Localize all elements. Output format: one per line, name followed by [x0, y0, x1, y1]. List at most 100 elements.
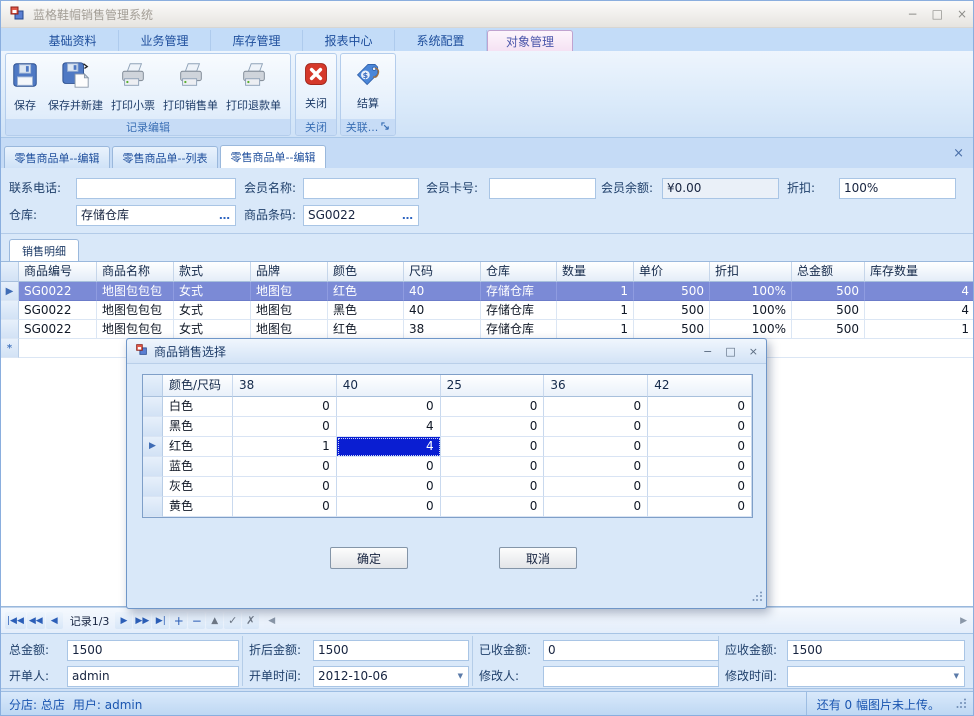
nav-cancel-edit-icon[interactable]: ✗ — [242, 612, 259, 629]
print-refund-button[interactable]: 打印退款单 — [222, 57, 285, 119]
qty-cell[interactable]: 0 — [233, 477, 337, 497]
nav-append-icon[interactable]: + — [170, 612, 187, 629]
qty-cell[interactable]: 4 — [337, 417, 441, 437]
matrix-row-yellow[interactable]: 黄色 0 0 0 0 0 — [143, 497, 752, 517]
qty-cell[interactable]: 0 — [441, 497, 545, 517]
cell[interactable]: 1 — [865, 320, 974, 339]
qty-cell[interactable]: 0 — [337, 457, 441, 477]
tab-sales-detail[interactable]: 销售明细 — [9, 239, 79, 261]
scroll-right-icon[interactable]: ▶ — [956, 616, 971, 626]
contact-phone-field[interactable] — [76, 178, 236, 199]
cell[interactable]: 100% — [710, 301, 792, 320]
matrix-row-grey[interactable]: 灰色 0 0 0 0 0 — [143, 477, 752, 497]
qty-cell[interactable]: 0 — [233, 497, 337, 517]
cell[interactable]: 100% — [710, 320, 792, 339]
cell[interactable]: 1 — [557, 320, 634, 339]
column-header[interactable]: 总金额 — [792, 262, 865, 282]
cell[interactable]: 地图包包包 — [97, 282, 174, 301]
cell[interactable]: 1 — [557, 282, 634, 301]
save-button[interactable]: 保存 — [6, 57, 44, 119]
cell[interactable]: 地图包 — [251, 320, 328, 339]
qty-cell[interactable]: 0 — [441, 397, 545, 417]
minimize-icon[interactable]: − — [908, 7, 918, 21]
table-row-selected[interactable]: ▶ SG0022 地图包包包 女式 地图包 红色 40 存储仓库 1 500 1… — [1, 282, 974, 301]
table-row[interactable]: SG0022 地图包包包 女式 地图包 黑色 40 存储仓库 1 500 100… — [1, 301, 974, 320]
qty-cell[interactable]: 0 — [648, 457, 752, 477]
dialog-maximize-icon[interactable]: □ — [725, 345, 735, 358]
nav-last-icon[interactable]: ▶| — [152, 612, 169, 629]
cell[interactable]: 100% — [710, 282, 792, 301]
column-header[interactable]: 25 — [441, 375, 545, 397]
qty-cell[interactable]: 0 — [648, 497, 752, 517]
creator-field[interactable]: admin — [67, 666, 239, 687]
nav-commit-icon[interactable]: ✓ — [224, 612, 241, 629]
column-header[interactable]: 商品名称 — [97, 262, 174, 282]
cell[interactable]: 红色 — [328, 320, 404, 339]
qty-cell[interactable]: 0 — [337, 397, 441, 417]
cell[interactable]: 500 — [634, 320, 710, 339]
doc-tab-retail-list[interactable]: 零售商品单--列表 — [112, 146, 218, 168]
cell[interactable]: 4 — [865, 282, 974, 301]
chevron-down-icon[interactable]: ▼ — [950, 667, 960, 686]
barcode-lookup-icon[interactable]: … — [398, 206, 414, 225]
member-card-field[interactable] — [489, 178, 596, 199]
matrix-row-red-selected[interactable]: ▶ 红色 1 4 0 0 0 — [143, 437, 752, 457]
cell[interactable]: 地图包 — [251, 301, 328, 320]
column-header[interactable]: 38 — [233, 375, 337, 397]
qty-cell[interactable]: 0 — [233, 417, 337, 437]
receivable-amount-field[interactable]: 1500 — [787, 640, 965, 661]
doc-tab-retail-edit-2[interactable]: 零售商品单--编辑 — [220, 145, 326, 168]
cell[interactable]: 女式 — [174, 320, 251, 339]
column-header[interactable]: 36 — [544, 375, 648, 397]
chevron-down-icon[interactable]: ▼ — [454, 667, 464, 686]
qty-cell[interactable]: 0 — [337, 477, 441, 497]
after-discount-field[interactable]: 1500 — [313, 640, 469, 661]
cell[interactable]: 地图包 — [251, 282, 328, 301]
column-header[interactable]: 款式 — [174, 262, 251, 282]
qty-cell[interactable]: 0 — [648, 437, 752, 457]
qty-cell[interactable]: 0 — [648, 397, 752, 417]
column-header[interactable]: 折扣 — [710, 262, 792, 282]
column-header[interactable]: 单价 — [634, 262, 710, 282]
matrix-row-blue[interactable]: 蓝色 0 0 0 0 0 — [143, 457, 752, 477]
column-header[interactable]: 颜色 — [328, 262, 404, 282]
dialog-minimize-icon[interactable]: − — [703, 345, 712, 358]
qty-cell[interactable]: 0 — [544, 477, 648, 497]
cell[interactable]: 500 — [792, 320, 865, 339]
dialog-resize-grip[interactable] — [752, 591, 763, 605]
qty-cell[interactable]: 0 — [233, 397, 337, 417]
member-name-field[interactable] — [303, 178, 419, 199]
ribbon-tab-business[interactable]: 业务管理 — [119, 30, 211, 51]
cell[interactable]: 女式 — [174, 282, 251, 301]
selected-qty-cell[interactable]: 4 — [337, 437, 441, 457]
column-header[interactable]: 颜色/尺码 — [163, 375, 233, 397]
qty-cell[interactable]: 0 — [441, 477, 545, 497]
doc-tab-retail-edit-1[interactable]: 零售商品单--编辑 — [4, 146, 110, 168]
nav-prev-icon[interactable]: ◀ — [46, 612, 63, 629]
window-resize-grip[interactable] — [956, 698, 967, 712]
doc-tab-close-icon[interactable]: × — [945, 146, 972, 161]
column-header[interactable]: 品牌 — [251, 262, 328, 282]
dialog-launcher-icon[interactable] — [381, 121, 390, 134]
nav-next-icon[interactable]: ▶ — [115, 612, 132, 629]
qty-cell[interactable]: 0 — [441, 457, 545, 477]
warehouse-combo[interactable]: 存储仓库 … — [76, 205, 236, 226]
cell[interactable]: 4 — [865, 301, 974, 320]
cell[interactable]: 40 — [404, 282, 481, 301]
qty-cell[interactable]: 0 — [441, 437, 545, 457]
ok-button[interactable]: 确定 — [330, 547, 408, 569]
cell[interactable]: 500 — [792, 282, 865, 301]
cell[interactable]: 500 — [634, 282, 710, 301]
close-document-button[interactable]: 关闭 — [298, 57, 334, 119]
barcode-combo[interactable]: SG0022 … — [303, 205, 419, 226]
cell[interactable]: 红色 — [328, 282, 404, 301]
qty-cell[interactable]: 0 — [233, 457, 337, 477]
cell[interactable]: 存储仓库 — [481, 301, 557, 320]
received-amount-field[interactable]: 0 — [543, 640, 719, 661]
qty-cell[interactable]: 0 — [648, 417, 752, 437]
cell[interactable]: 1 — [557, 301, 634, 320]
modify-time-combo[interactable]: ▼ — [787, 666, 965, 687]
ribbon-tab-inventory[interactable]: 库存管理 — [211, 30, 303, 51]
column-header[interactable]: 商品编号 — [19, 262, 97, 282]
column-header[interactable]: 尺码 — [404, 262, 481, 282]
